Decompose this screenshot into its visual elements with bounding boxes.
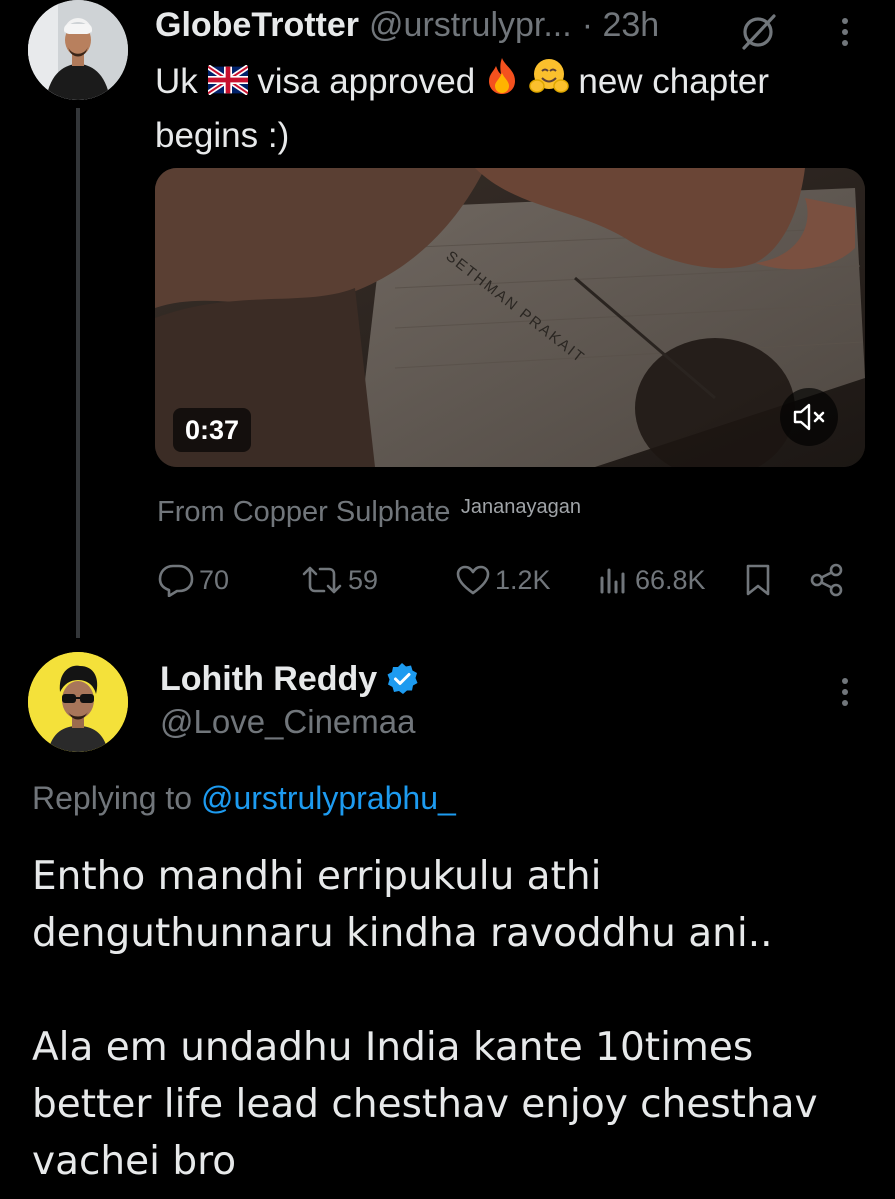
video-player[interactable]: SETHMAN PRAKAIT <box>155 168 865 467</box>
reply-tweet-text: Entho mandhi erripukulu athi denguthunna… <box>32 848 872 1190</box>
parent-avatar-image <box>28 0 128 100</box>
views-button[interactable]: 66.8K <box>597 558 706 602</box>
repost-icon <box>302 566 342 594</box>
replying-to-line: Replying to @urstrulyprabhu_ <box>32 780 456 817</box>
reply-avatar[interactable] <box>28 652 128 752</box>
bookmark-icon <box>746 564 770 596</box>
reply-paragraph-1: Entho mandhi erripukulu athi denguthunna… <box>32 854 773 956</box>
share-button[interactable] <box>809 558 845 602</box>
parent-handle[interactable]: @urstrulypr... <box>369 6 572 45</box>
video-duration: 0:37 <box>173 408 252 452</box>
reply-handle[interactable]: @Love_Cinemaa <box>160 703 415 741</box>
repost-count: 59 <box>348 564 379 595</box>
like-count: 1.2K <box>495 564 551 595</box>
like-icon <box>456 565 490 595</box>
reply-icon <box>158 564 194 597</box>
reply-more-icon[interactable] <box>830 672 860 712</box>
reply-name-row: Lohith Reddy <box>160 655 419 703</box>
attribution-from[interactable]: From Copper Sulphate <box>157 496 450 528</box>
parent-action-bar: 70 59 1.2K 66.8K <box>157 558 857 602</box>
views-count: 66.8K <box>635 564 706 595</box>
parent-more-icon[interactable] <box>830 12 860 52</box>
parent-tweet-text: Uk visa approved new chapter begins :) <box>155 56 855 162</box>
grok-icon[interactable] <box>738 12 778 52</box>
parent-text-part-1: Uk <box>155 62 198 101</box>
views-icon <box>600 568 625 594</box>
reply-count: 70 <box>199 564 230 595</box>
video-frame: SETHMAN PRAKAIT <box>155 168 865 467</box>
parent-display-name[interactable]: GlobeTrotter <box>155 6 359 45</box>
replying-to-link[interactable]: @urstrulyprabhu_ <box>201 780 456 816</box>
like-button[interactable]: 1.2K <box>455 558 551 602</box>
reply-button[interactable]: 70 <box>157 558 229 602</box>
verified-badge-icon[interactable] <box>385 662 419 696</box>
reply-paragraph-2: Ala em undadhu India kante 10times bette… <box>32 1025 818 1184</box>
uk-flag-emoji-icon <box>206 58 249 110</box>
parent-timestamp[interactable]: · 23h <box>582 6 660 45</box>
fire-emoji-icon <box>485 57 519 110</box>
reply-display-name[interactable]: Lohith Reddy <box>160 660 377 699</box>
parent-text-part-2: visa approved <box>257 62 476 101</box>
thread-line <box>76 108 80 638</box>
replying-prefix: Replying to <box>32 780 193 816</box>
share-icon <box>810 563 843 597</box>
bookmark-button[interactable] <box>743 558 773 602</box>
video-attribution[interactable]: From Copper Sulphate Jananayagan <box>157 496 581 529</box>
attribution-sub: Jananayagan <box>460 496 581 518</box>
repost-button[interactable]: 59 <box>300 558 378 602</box>
parent-header: GlobeTrotter @urstrulypr... · 23h <box>155 6 659 50</box>
reply-avatar-image <box>28 652 128 752</box>
parent-avatar[interactable] <box>28 0 128 100</box>
hugging-face-emoji-icon <box>528 57 569 110</box>
mute-icon[interactable] <box>780 388 838 446</box>
